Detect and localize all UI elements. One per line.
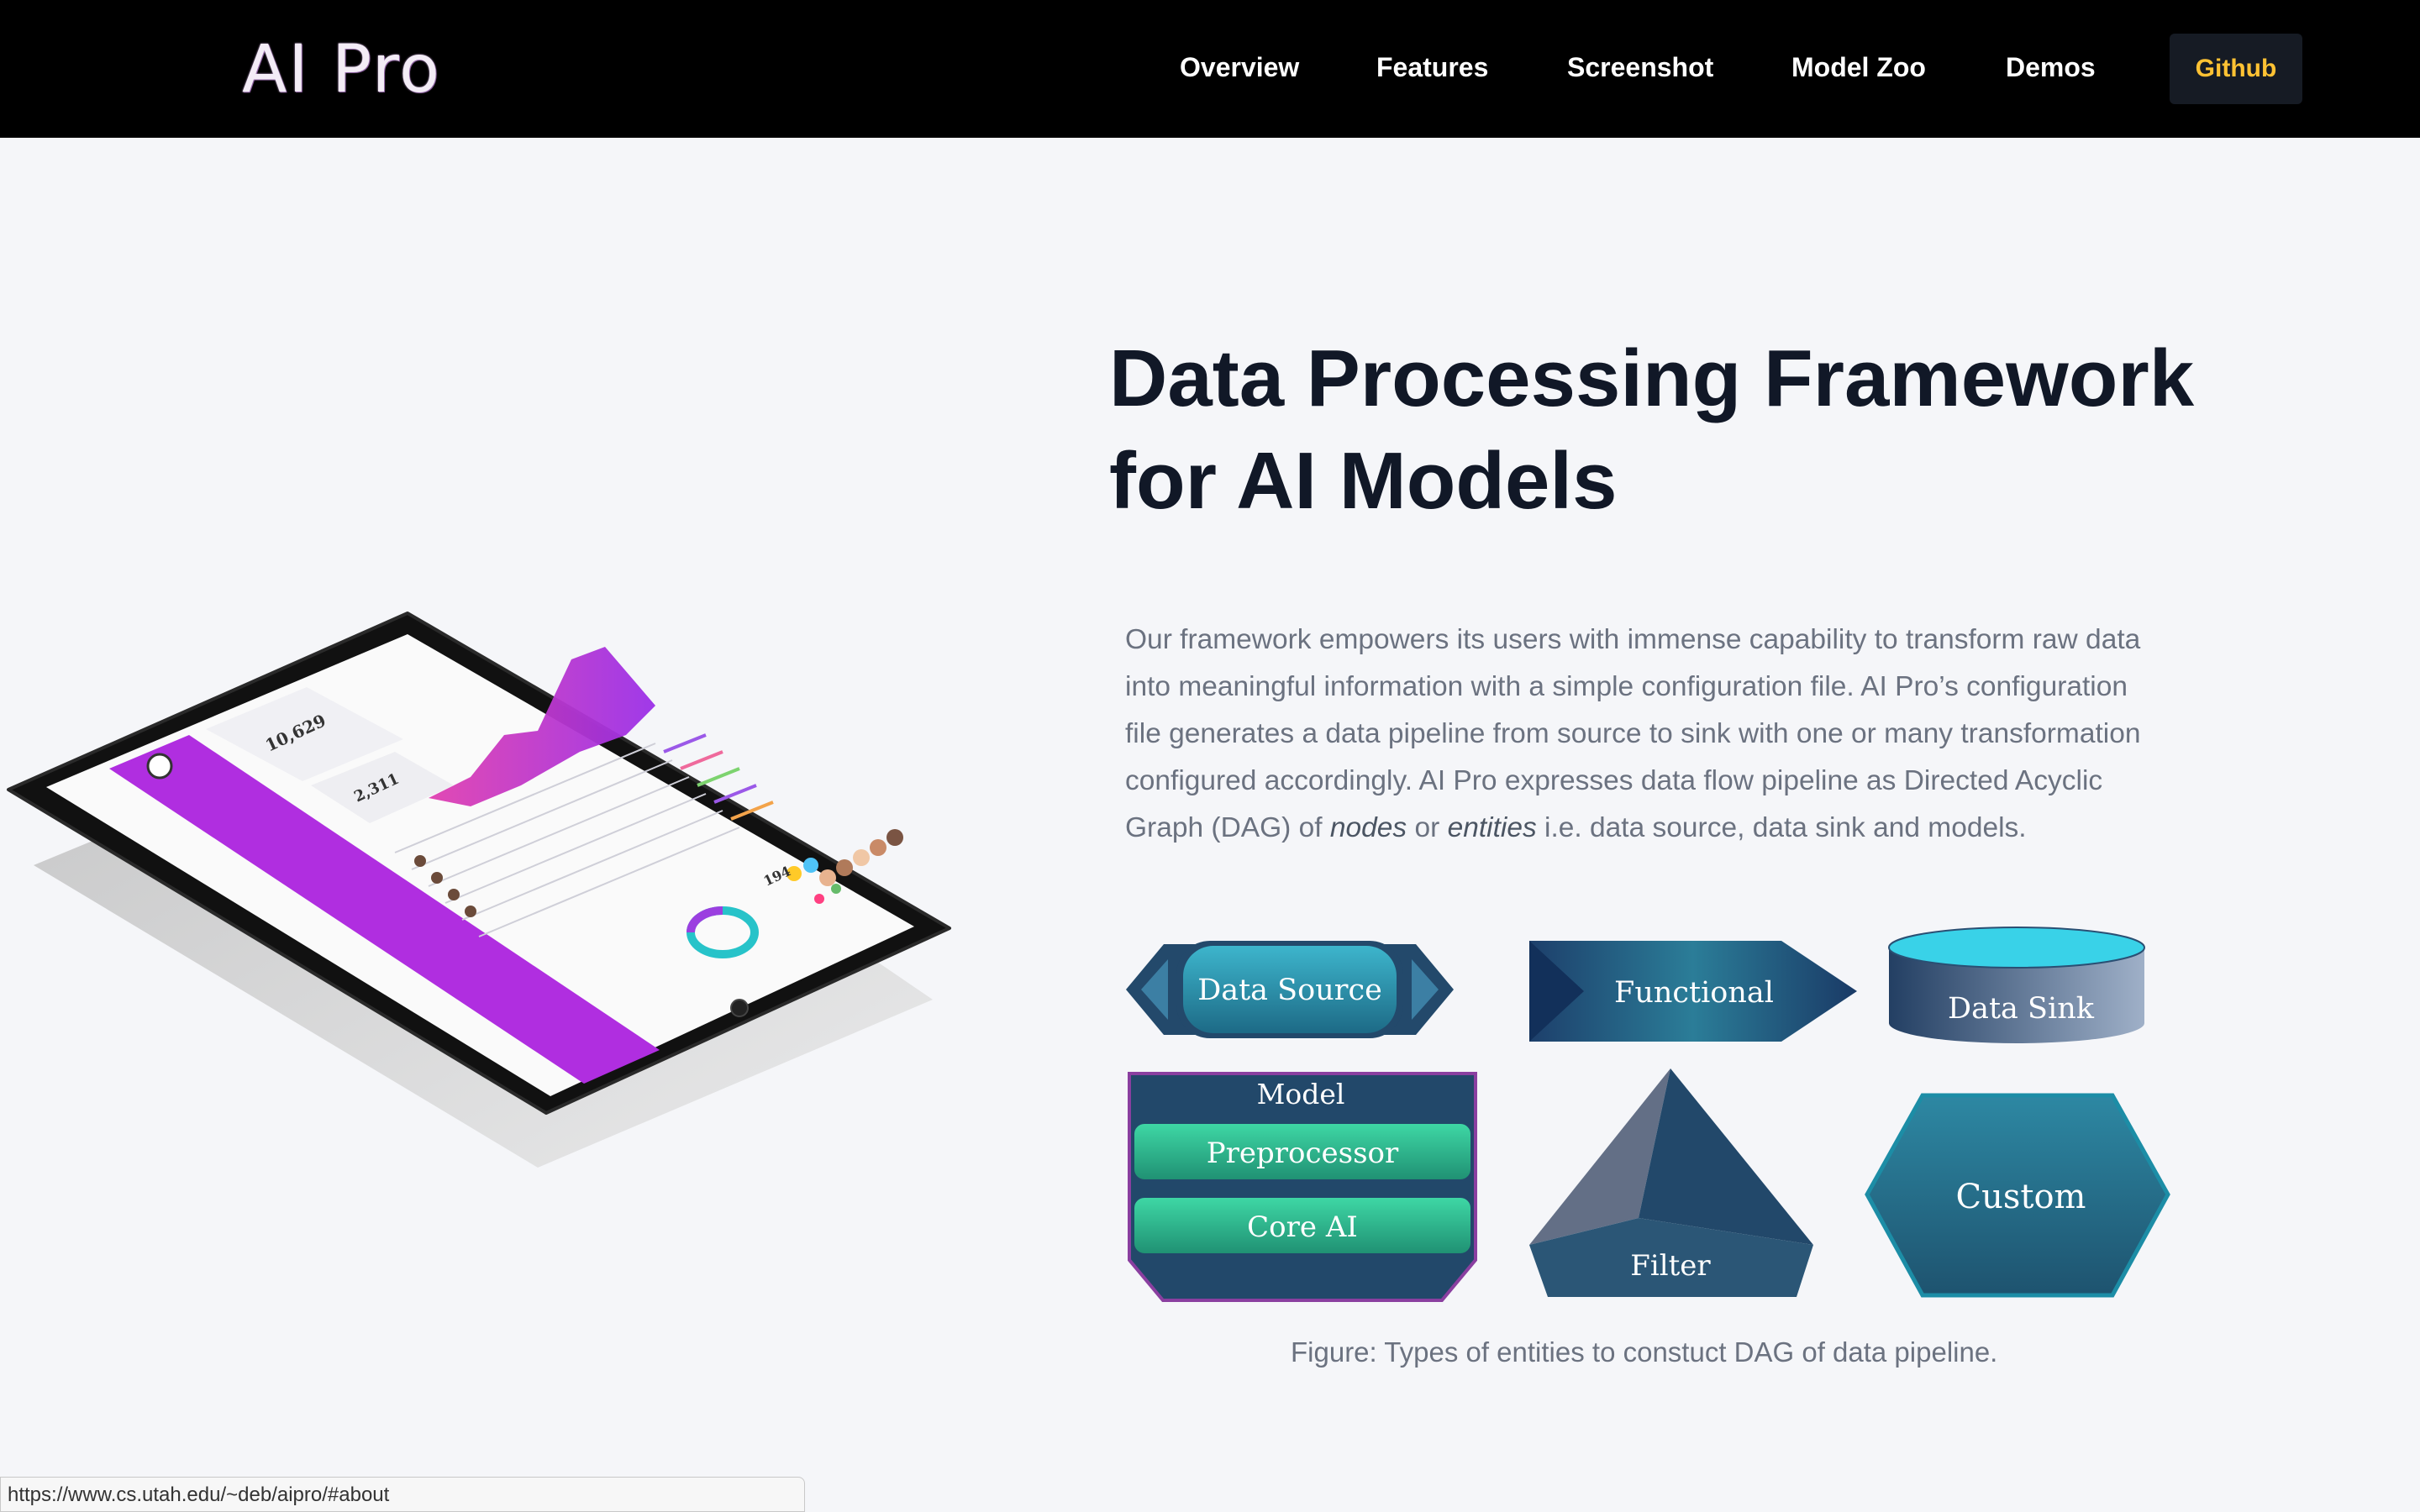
nav-link-model-zoo[interactable]: Model Zoo: [1791, 50, 1926, 84]
preprocessor-label: Preprocessor: [1207, 1137, 1399, 1170]
data-source-label: Data Source: [1197, 974, 1382, 1007]
profile-avatar: [146, 753, 173, 780]
description-or: or: [1407, 812, 1448, 843]
data-source-shape: Data Source: [1126, 941, 1454, 1038]
nav-link-features[interactable]: Features: [1376, 50, 1488, 84]
core-ai-label: Core AI: [1247, 1210, 1358, 1244]
hero-description: Our framework empowers its users with im…: [1125, 617, 2167, 852]
figure-caption: Figure: Types of entities to constuct DA…: [1291, 1336, 1998, 1368]
nav-link-screenshot[interactable]: Screenshot: [1567, 50, 1713, 84]
custom-label: Custom: [1956, 1178, 2086, 1216]
description-text-2: i.e. data source, data sink and models.: [1536, 812, 2027, 843]
filter-shape: Filter: [1529, 1068, 1813, 1297]
tablet-home-button: [730, 999, 749, 1017]
nav-link-overview[interactable]: Overview: [1180, 50, 1299, 84]
data-sink-label: Data Sink: [1948, 992, 2095, 1026]
filter-label: Filter: [1630, 1249, 1711, 1283]
status-url: https://www.cs.utah.edu/~deb/aipro/#abou…: [8, 1483, 390, 1506]
model-label: Model: [1257, 1078, 1345, 1110]
functional-shape: Functional: [1529, 941, 1857, 1042]
tablet-mockup-image: 10,629 2,311 194: [7, 612, 951, 1168]
entity-types-figure: Data Source Functional Data Sink Model P…: [1126, 927, 2170, 1302]
description-entities: entities: [1447, 812, 1537, 843]
data-sink-shape: Data Sink: [1888, 927, 2145, 1043]
model-shape: Model Preprocessor Core AI: [1128, 1072, 1477, 1302]
top-navbar: AI Pro Overview Features Screenshot Mode…: [0, 0, 2420, 138]
site-logo[interactable]: AI Pro: [242, 32, 441, 108]
hero-title: Data Processing Framework for AI Models: [1109, 333, 2195, 526]
custom-shape: Custom: [1865, 1093, 2170, 1298]
description-nodes: nodes: [1329, 812, 1407, 843]
github-button[interactable]: Github: [2170, 34, 2302, 104]
browser-status-bar: https://www.cs.utah.edu/~deb/aipro/#abou…: [0, 1477, 805, 1512]
nav-link-demos[interactable]: Demos: [2006, 50, 2096, 84]
functional-label: Functional: [1614, 976, 1774, 1010]
description-text-1: Our framework empowers its users with im…: [1125, 624, 2141, 843]
